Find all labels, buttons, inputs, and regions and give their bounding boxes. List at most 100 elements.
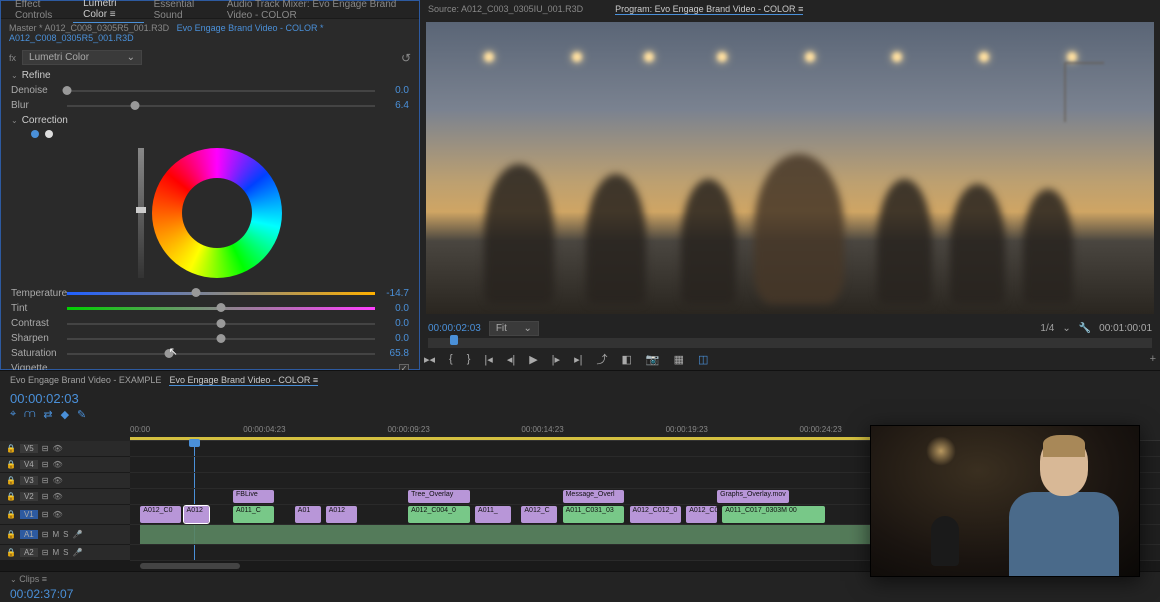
timeline-timecode[interactable]: 00:00:02:03 — [10, 391, 79, 406]
effect-dropdown[interactable]: Lumetri Color⌄ — [22, 50, 142, 65]
mic-icon[interactable]: 🎤 — [72, 530, 82, 539]
camera-icon[interactable]: 📷 — [646, 353, 660, 366]
insert-icon[interactable]: { — [449, 353, 453, 365]
solo-icon[interactable]: S — [63, 548, 68, 557]
sync-lock-icon[interactable]: ⊟ — [42, 460, 49, 469]
timeline-tab-example[interactable]: Evo Engage Brand Video - EXAMPLE — [10, 375, 161, 385]
track-v1[interactable]: V1 — [20, 510, 38, 519]
safe-margins-icon[interactable]: ▦ — [674, 353, 684, 366]
timeline-clip[interactable]: A012_C01 — [686, 506, 717, 523]
sharpen-value[interactable]: 0.0 — [381, 333, 409, 344]
picture-in-picture[interactable] — [870, 425, 1140, 577]
clip-tree[interactable]: Tree_Overlay — [408, 490, 470, 503]
sync-lock-icon[interactable]: ⊟ — [42, 510, 49, 519]
mute-icon[interactable]: M — [52, 530, 59, 539]
saturation-slider[interactable]: ↖ — [67, 353, 375, 355]
settings-icon[interactable]: ✎ — [77, 408, 86, 421]
slider-thumb[interactable] — [217, 319, 226, 328]
link-icon[interactable]: ⇄ — [43, 408, 52, 421]
timeline-clip[interactable]: A012_C004_0 — [408, 506, 470, 523]
correction-dot-active[interactable] — [31, 130, 39, 138]
timeline-clip[interactable]: A011_C — [233, 506, 274, 523]
export-frame-icon[interactable]: ◧ — [621, 353, 631, 366]
marker-icon[interactable]: ◆ — [61, 408, 69, 421]
compare-icon[interactable]: ◫ — [698, 353, 708, 366]
eye-icon[interactable]: 👁 — [52, 444, 62, 453]
monitor-scrubber[interactable] — [428, 338, 1152, 348]
sync-lock-icon[interactable]: ⊟ — [42, 548, 49, 557]
blur-slider[interactable] — [67, 105, 375, 107]
intensity-slider[interactable] — [138, 148, 144, 278]
prev-edit-icon[interactable]: |◂ — [484, 353, 492, 366]
lock-icon[interactable]: 🔒 — [6, 548, 16, 557]
timeline-tab-color[interactable]: Evo Engage Brand Video - COLOR ≡ — [169, 375, 318, 386]
step-back-icon[interactable]: ◂| — [507, 353, 515, 366]
disclosure-icon[interactable]: ⌄ — [11, 71, 18, 80]
slider-thumb[interactable] — [63, 86, 72, 95]
mic-icon[interactable]: 🎤 — [72, 548, 82, 557]
eyedropper-icon[interactable] — [45, 130, 53, 138]
monitor-timecode[interactable]: 00:00:02:03 — [428, 323, 481, 334]
temperature-slider[interactable] — [67, 292, 375, 295]
track-v4[interactable]: V4 — [20, 460, 38, 469]
magnet-icon[interactable]: ⩋ — [24, 408, 35, 421]
denoise-value[interactable]: 0.0 — [381, 85, 409, 96]
next-edit-icon[interactable]: ▸| — [574, 353, 582, 366]
clip-message[interactable]: Message_Overl — [563, 490, 625, 503]
intensity-handle[interactable] — [136, 207, 146, 213]
disclosure-icon[interactable]: ⌄ — [10, 575, 17, 584]
eye-icon[interactable]: 👁 — [52, 510, 62, 519]
color-wheel[interactable] — [152, 148, 282, 278]
timeline-clip[interactable]: A01 — [295, 506, 321, 523]
slider-thumb[interactable] — [130, 101, 139, 110]
source-tab[interactable]: Source: A012_C003_0305IU_001.R3D — [428, 4, 583, 14]
snap-icon[interactable]: ⌖ — [10, 408, 16, 421]
wrench-icon[interactable]: 🔧 — [1079, 323, 1091, 334]
slider-thumb[interactable] — [217, 303, 226, 312]
track-v2[interactable]: V2 — [20, 492, 38, 501]
eye-icon[interactable]: 👁 — [52, 492, 62, 501]
lock-icon[interactable]: 🔒 — [6, 476, 16, 485]
lock-icon[interactable]: 🔒 — [6, 530, 16, 539]
audio-clip[interactable] — [140, 525, 902, 544]
track-a2[interactable]: A2 — [20, 548, 38, 557]
slider-thumb[interactable] — [192, 288, 201, 297]
temperature-value[interactable]: -14.7 — [381, 288, 409, 299]
timeline-clip[interactable]: A011_ — [475, 506, 511, 523]
slider-thumb[interactable] — [217, 334, 226, 343]
sync-lock-icon[interactable]: ⊟ — [42, 530, 49, 539]
sync-lock-icon[interactable]: ⊟ — [42, 492, 49, 501]
sync-lock-icon[interactable]: ⊟ — [42, 444, 49, 453]
timeline-clip[interactable]: A011_C017_0303M 00 — [722, 506, 825, 523]
lock-icon[interactable]: 🔒 — [6, 444, 16, 453]
lock-icon[interactable]: 🔒 — [6, 510, 16, 519]
blur-value[interactable]: 6.4 — [381, 100, 409, 111]
timeline-clip[interactable]: A012_C — [521, 506, 557, 523]
play-icon[interactable]: ▶ — [529, 353, 537, 366]
lift-icon[interactable]: ⤴ — [596, 351, 607, 367]
timeline-clip[interactable]: A012_C012_0 — [630, 506, 682, 523]
saturation-value[interactable]: 65.8 — [381, 348, 409, 359]
mark-in-icon[interactable]: ▸◂ — [424, 353, 435, 366]
lock-icon[interactable]: 🔒 — [6, 492, 16, 501]
sharpen-slider[interactable] — [67, 338, 375, 340]
clip-fblive[interactable]: FBLive — [233, 490, 274, 503]
contrast-value[interactable]: 0.0 — [381, 318, 409, 329]
reset-icon[interactable]: ↺ — [401, 51, 411, 65]
denoise-slider[interactable] — [67, 90, 375, 92]
scrubber-playhead[interactable] — [450, 335, 458, 345]
program-tab[interactable]: Program: Evo Engage Brand Video - COLOR … — [615, 4, 803, 15]
timeline-clip-selected[interactable]: A012 — [184, 506, 210, 523]
track-v5[interactable]: V5 — [20, 444, 38, 453]
timeline-clip[interactable]: A012 — [326, 506, 357, 523]
scale-label[interactable]: 1/4 — [1040, 323, 1054, 334]
step-fwd-icon[interactable]: |▸ — [552, 353, 560, 366]
mute-icon[interactable]: M — [52, 548, 59, 557]
overwrite-icon[interactable]: } — [467, 353, 471, 365]
sync-lock-icon[interactable]: ⊟ — [42, 476, 49, 485]
scrollbar-thumb[interactable] — [140, 563, 240, 569]
tint-value[interactable]: 0.0 — [381, 303, 409, 314]
track-a1[interactable]: A1 — [20, 530, 38, 539]
contrast-slider[interactable] — [67, 323, 375, 325]
eye-icon[interactable]: 👁 — [52, 460, 62, 469]
